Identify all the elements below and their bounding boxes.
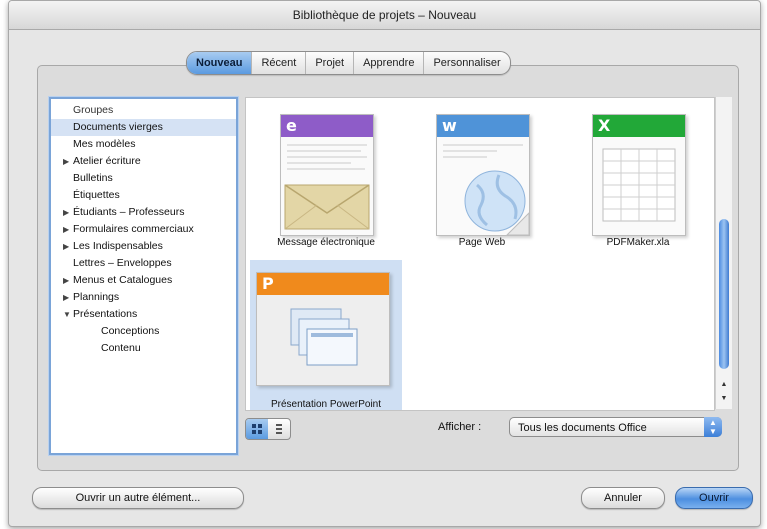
sidebar-item-menus-catalogues[interactable]: ▶ Menus et Catalogues xyxy=(51,272,236,289)
email-badge-icon: e xyxy=(281,115,373,137)
sidebar-item-les-indispensables[interactable]: ▶ Les Indispensables xyxy=(51,238,236,255)
sidebar-item-etiquettes[interactable]: Étiquettes xyxy=(51,187,236,204)
email-document-thumbnail: e xyxy=(280,114,374,236)
tab-bar: Nouveau Récent Projet Apprendre Personna… xyxy=(186,51,511,75)
open-button[interactable]: Ouvrir xyxy=(675,487,753,509)
template-pdfmaker-xla[interactable]: X PDFMaker.xla xyxy=(562,104,714,256)
cancel-button[interactable]: Annuler xyxy=(581,487,665,509)
sidebar-item-contenu[interactable]: Contenu xyxy=(51,340,236,357)
spreadsheet-grid-icon xyxy=(602,148,676,222)
disclosure-triangle-icon[interactable]: ▶ xyxy=(63,238,73,255)
sidebar-item-documents-vierges[interactable]: Documents vierges xyxy=(51,119,236,136)
scroll-down-arrow-icon[interactable]: ▼ xyxy=(716,393,732,405)
afficher-label: Afficher : xyxy=(438,421,482,433)
tab-projet[interactable]: Projet xyxy=(306,52,355,74)
gallery-scrollbar[interactable]: ▲ ▼ xyxy=(715,97,732,409)
sidebar-item-plannings[interactable]: ▶ Plannings xyxy=(51,289,236,306)
excel-badge-icon: X xyxy=(593,115,685,137)
view-mode-toggle xyxy=(245,418,291,440)
template-gallery: e Message électronique w Page Web X PDFM… xyxy=(245,97,715,411)
sidebar-header-groupes: Groupes xyxy=(73,104,114,116)
list-view-button[interactable] xyxy=(268,419,290,439)
sidebar-item-mes-modeles[interactable]: Mes modèles xyxy=(51,136,236,153)
template-label: PDFMaker.xla xyxy=(606,237,670,248)
icon-view-button[interactable] xyxy=(246,419,268,439)
word-badge-icon: w xyxy=(437,115,529,137)
envelope-icon xyxy=(284,144,370,230)
sidebar-item-atelier-ecriture[interactable]: ▶ Atelier écriture xyxy=(51,153,236,170)
powerpoint-badge-icon: P xyxy=(257,273,389,295)
disclosure-triangle-icon[interactable]: ▶ xyxy=(63,272,73,289)
globe-icon xyxy=(443,144,530,236)
sidebar-item-etudiants-professeurs[interactable]: ▶ Étudiants – Professeurs xyxy=(51,204,236,221)
select-arrows-icon: ▲ ▼ xyxy=(704,417,722,437)
template-label: Message électronique xyxy=(277,237,375,248)
presentation-thumbnail: P xyxy=(256,272,390,386)
template-message-electronique[interactable]: e Message électronique xyxy=(250,104,402,256)
web-page-thumbnail: w xyxy=(436,114,530,236)
disclosure-triangle-expanded-icon[interactable]: ▼ xyxy=(63,306,73,323)
spreadsheet-thumbnail: X xyxy=(592,114,686,236)
disclosure-triangle-icon[interactable]: ▶ xyxy=(63,153,73,170)
template-label: Page Web xyxy=(458,237,506,248)
sidebar-item-presentations[interactable]: ▼ Présentations xyxy=(51,306,236,323)
template-label: Présentation PowerPoint xyxy=(270,399,382,410)
tab-personnaliser[interactable]: Personnaliser xyxy=(424,52,509,74)
filter-selected-value: Tous les documents Office xyxy=(518,422,647,434)
list-view-icon xyxy=(276,424,282,434)
sidebar-item-bulletins[interactable]: Bulletins xyxy=(51,170,236,187)
scroll-up-arrow-icon[interactable]: ▲ xyxy=(716,379,732,391)
scrollbar-thumb[interactable] xyxy=(719,219,729,369)
tab-apprendre[interactable]: Apprendre xyxy=(354,52,425,74)
tab-recent[interactable]: Récent xyxy=(252,52,307,74)
window-title: Bibliothèque de projets – Nouveau xyxy=(9,1,760,30)
template-presentation-powerpoint[interactable]: P Présentation PowerPoint xyxy=(250,260,402,410)
sidebar-item-formulaires-commerciaux[interactable]: ▶ Formulaires commerciaux xyxy=(51,221,236,238)
document-filter-select[interactable]: Tous les documents Office ▲ ▼ xyxy=(509,417,722,437)
sidebar-item-conceptions[interactable]: Conceptions xyxy=(51,323,236,340)
template-page-web[interactable]: w Page Web xyxy=(406,104,558,256)
slides-icon xyxy=(257,295,389,385)
grid-view-icon xyxy=(252,424,262,434)
sidebar-item-lettres-enveloppes[interactable]: Lettres – Enveloppes xyxy=(51,255,236,272)
tab-nouveau[interactable]: Nouveau xyxy=(187,52,253,74)
disclosure-triangle-icon[interactable]: ▶ xyxy=(63,221,73,238)
category-sidebar: Groupes Documents vierges Mes modèles ▶ A… xyxy=(49,97,238,455)
disclosure-triangle-icon[interactable]: ▶ xyxy=(63,289,73,306)
open-other-button[interactable]: Ouvrir un autre élément... xyxy=(32,487,244,509)
project-gallery-window: Bibliothèque de projets – Nouveau Nouvea… xyxy=(8,0,761,527)
disclosure-triangle-icon[interactable]: ▶ xyxy=(63,204,73,221)
